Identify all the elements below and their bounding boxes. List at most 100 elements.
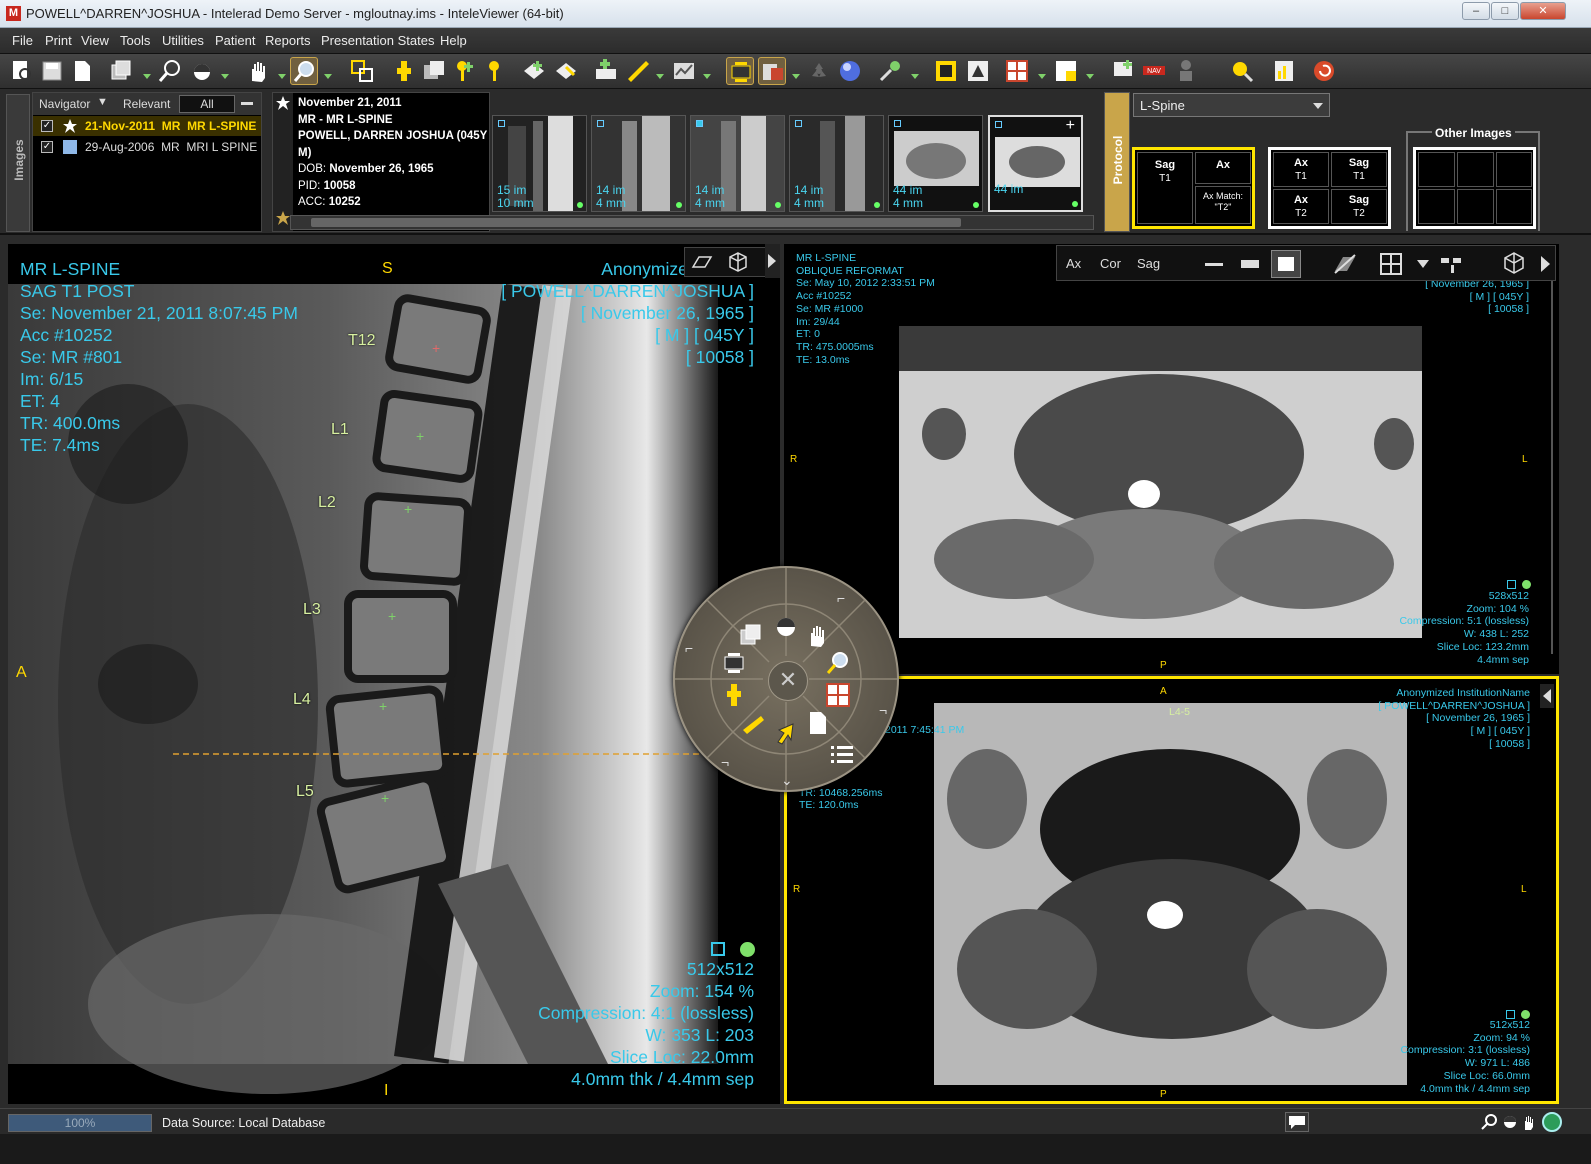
pan-hand-icon[interactable] bbox=[803, 620, 833, 650]
chevron-left-icon[interactable]: ⌐ bbox=[685, 640, 693, 656]
all-filter-button[interactable]: All bbox=[179, 95, 235, 113]
window-level-icon[interactable] bbox=[1502, 1113, 1518, 1131]
exit-icon[interactable] bbox=[1310, 57, 1338, 85]
protocol-layout-2[interactable]: Ax T1 Sag T1 Ax T2 Sag T2 bbox=[1268, 147, 1391, 229]
series-thumbnail[interactable]: 14 im 4 mm bbox=[690, 115, 785, 212]
series-thumbnail[interactable]: 14 im 4 mm bbox=[789, 115, 884, 212]
navigator-title[interactable]: Navigator bbox=[39, 97, 90, 111]
other-images-layout[interactable] bbox=[1413, 147, 1536, 229]
expand-icon[interactable] bbox=[765, 244, 780, 278]
link-icon[interactable] bbox=[1439, 254, 1463, 274]
document-icon[interactable] bbox=[803, 708, 833, 738]
probe-icon[interactable] bbox=[876, 57, 904, 85]
cine-icon[interactable] bbox=[726, 57, 754, 85]
collapse-icon[interactable] bbox=[241, 102, 253, 105]
close-button[interactable]: ✕ bbox=[1520, 2, 1566, 20]
comment-icon[interactable] bbox=[1110, 57, 1138, 85]
layout-grid-icon[interactable] bbox=[823, 680, 853, 710]
radiation-icon[interactable] bbox=[805, 57, 833, 85]
chart-icon[interactable] bbox=[1270, 57, 1298, 85]
viewport-scrollbar[interactable] bbox=[1551, 274, 1553, 654]
magnifier-icon[interactable] bbox=[156, 57, 184, 85]
rotate-image-icon[interactable] bbox=[964, 57, 992, 85]
person-icon[interactable] bbox=[1172, 57, 1200, 85]
invert-icon[interactable] bbox=[932, 57, 960, 85]
zoom-icon[interactable] bbox=[823, 648, 853, 678]
chevron-down-icon[interactable]: ⌄ bbox=[781, 772, 793, 789]
sagittal-button[interactable]: Sag bbox=[1137, 256, 1160, 271]
star-icon[interactable] bbox=[276, 96, 290, 110]
menu-presentation-states[interactable]: Presentation States bbox=[321, 33, 434, 48]
cube-icon[interactable] bbox=[727, 251, 749, 273]
series-thumbnail[interactable]: 15 im 10 mm bbox=[492, 115, 587, 212]
viewport-axial-t2[interactable]: 2011 7:45:41 PM TR: 10468.256ms TE: 120.… bbox=[784, 676, 1559, 1104]
expand-icon[interactable] bbox=[1541, 256, 1550, 272]
images-tab[interactable]: Images bbox=[6, 94, 30, 232]
ruler-icon[interactable] bbox=[624, 57, 652, 85]
menu-tools[interactable]: Tools bbox=[120, 33, 150, 48]
chevron-up-right-icon[interactable]: ⌐ bbox=[837, 590, 845, 606]
layout-grid-icon[interactable] bbox=[1003, 57, 1031, 85]
menu-view[interactable]: View bbox=[81, 33, 109, 48]
collapse-icon[interactable] bbox=[1540, 684, 1554, 708]
series-thumbnail[interactable]: 14 im 4 mm bbox=[591, 115, 686, 212]
thin-slab-icon[interactable] bbox=[1205, 263, 1223, 266]
study-row[interactable]: ✓ 21-Nov-2011 MR MR L-SPINE bbox=[33, 116, 261, 136]
protocol-layout-1[interactable]: Sag T1 Ax Ax Match: "T2" bbox=[1132, 147, 1255, 229]
study-checkbox[interactable]: ✓ bbox=[41, 141, 53, 153]
coronal-button[interactable]: Cor bbox=[1100, 256, 1121, 271]
layout-grid-icon[interactable] bbox=[1379, 252, 1403, 276]
chevron-right-icon[interactable]: ¬ bbox=[879, 702, 887, 718]
plane-icon[interactable] bbox=[689, 252, 713, 272]
3d-sphere-icon[interactable] bbox=[836, 57, 864, 85]
scroll-thumb[interactable] bbox=[311, 218, 961, 227]
crosshair-icon[interactable] bbox=[719, 680, 749, 710]
menu-patient[interactable]: Patient bbox=[215, 33, 255, 48]
series-thumbnail[interactable]: 44 im 4 mm bbox=[888, 115, 983, 212]
thick-slab-button[interactable] bbox=[1271, 250, 1301, 278]
chevron-down-left-icon[interactable]: ¬ bbox=[721, 754, 729, 770]
protocol-select[interactable]: L-Spine bbox=[1133, 93, 1330, 117]
ruler-icon[interactable] bbox=[739, 708, 769, 738]
stack-icon[interactable] bbox=[108, 57, 136, 85]
menu-reports[interactable]: Reports bbox=[265, 33, 311, 48]
pointer-icon[interactable] bbox=[771, 718, 801, 748]
find-study-icon[interactable] bbox=[1228, 57, 1256, 85]
study-checkbox[interactable]: ✓ bbox=[41, 120, 53, 132]
menu-help[interactable]: Help bbox=[440, 33, 467, 48]
report-icon[interactable] bbox=[670, 57, 698, 85]
maximize-button[interactable]: □ bbox=[1491, 2, 1519, 20]
cine-icon[interactable] bbox=[719, 648, 749, 678]
cube-icon[interactable] bbox=[1502, 251, 1526, 275]
zoom-icon[interactable] bbox=[290, 57, 318, 85]
series-layout-icon[interactable] bbox=[1052, 57, 1080, 85]
zoom-icon[interactable] bbox=[1480, 1113, 1500, 1131]
viewport-oblique-reformat[interactable]: MR L-SPINE OBLIQUE REFORMAT Se: May 10, … bbox=[784, 244, 1559, 674]
key-image-icon[interactable] bbox=[452, 57, 480, 85]
plane-slice-icon[interactable] bbox=[1333, 253, 1357, 275]
copy-icon[interactable] bbox=[420, 57, 448, 85]
nav-marker-icon[interactable]: NAV bbox=[1140, 57, 1168, 85]
study-row[interactable]: ✓ 29-Aug-2006 MR MRI L SPINE bbox=[33, 137, 261, 157]
menu-print[interactable]: Print bbox=[45, 33, 72, 48]
erase-icon[interactable] bbox=[552, 57, 580, 85]
series-link-icon[interactable] bbox=[758, 57, 786, 85]
add-icon[interactable]: + bbox=[1066, 117, 1075, 135]
thumbnail-scrollbar[interactable] bbox=[290, 215, 1094, 230]
axial-button[interactable]: Ax bbox=[1066, 256, 1081, 271]
save-icon[interactable] bbox=[38, 57, 66, 85]
window-level-icon[interactable] bbox=[771, 612, 801, 642]
search-study-icon[interactable] bbox=[8, 57, 36, 85]
minimize-button[interactable]: – bbox=[1462, 2, 1490, 20]
medium-slab-icon[interactable] bbox=[1241, 260, 1259, 268]
relevant-filter[interactable]: Relevant bbox=[123, 97, 170, 111]
region-zoom-icon[interactable] bbox=[348, 57, 376, 85]
series-thumbnail[interactable]: + 44 im bbox=[988, 115, 1083, 212]
star-icon[interactable] bbox=[276, 211, 290, 225]
menu-utilities[interactable]: Utilities bbox=[162, 33, 204, 48]
chevron-down-icon[interactable] bbox=[1417, 260, 1429, 268]
chevron-down-icon[interactable]: ▼ bbox=[97, 96, 108, 108]
menu-file[interactable]: File bbox=[12, 33, 33, 48]
window-level-icon[interactable] bbox=[188, 57, 216, 85]
close-radial-icon[interactable]: ✕ bbox=[768, 661, 808, 701]
